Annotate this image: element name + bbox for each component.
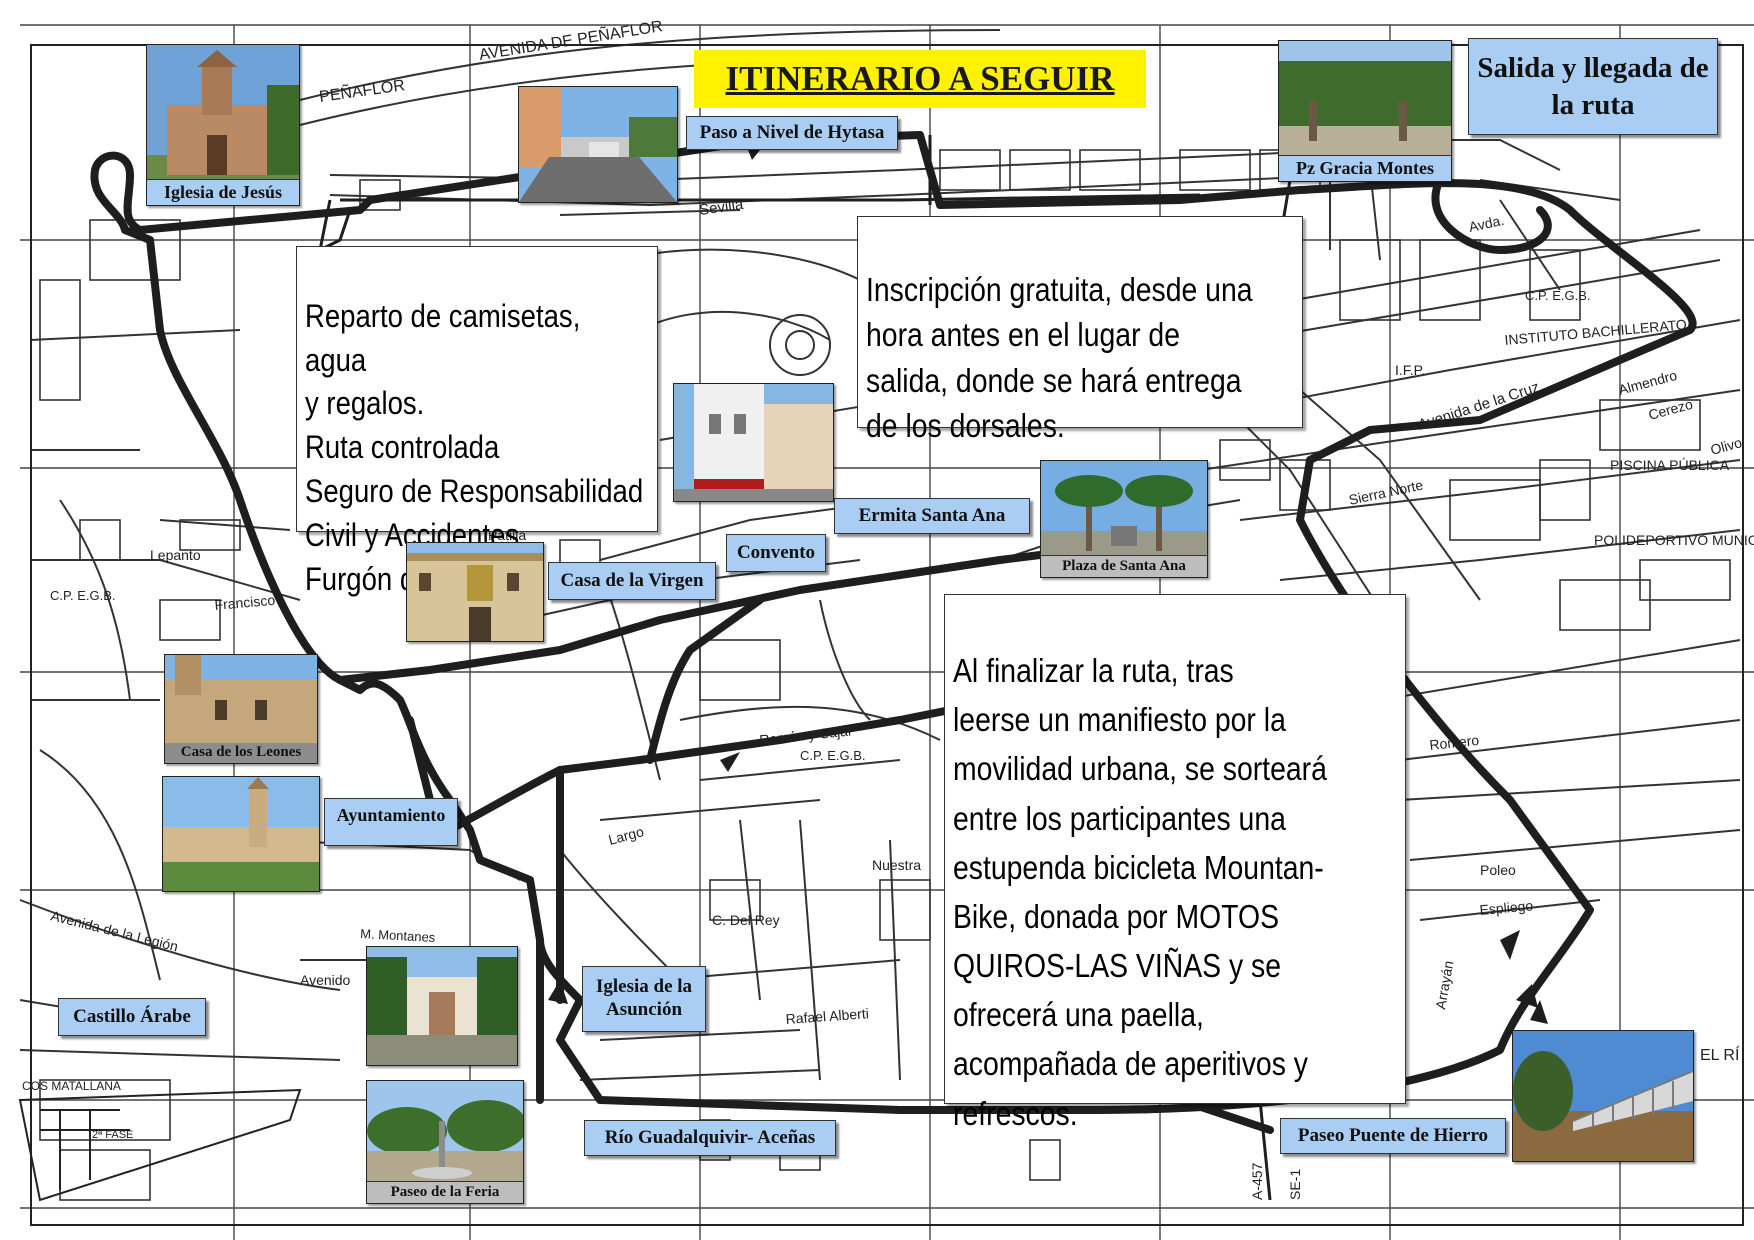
page-title: ITINERARIO A SEGUIR <box>694 50 1146 108</box>
info-closing-text: Al finalizar la ruta, tras leerse un man… <box>953 652 1327 1132</box>
tag-ermita: Ermita Santa Ana <box>834 498 1030 534</box>
label-penaflor: PEÑAFLOR <box>318 74 406 106</box>
caption-plaza-santa-ana: Plaza de Santa Ana <box>1041 555 1207 577</box>
info-services: Reparto de camisetas, agua y regalos. Ru… <box>296 246 658 597</box>
label-francisco: Francisco <box>214 592 276 613</box>
info-registration-text: Inscripción gratuita, desde una hora ant… <box>866 270 1253 445</box>
label-ifp: I.F.P. <box>1395 362 1425 378</box>
tag-castillo: Castillo Árabe <box>58 998 206 1036</box>
start-finish-text: Salida y llegada de la ruta <box>1477 52 1709 121</box>
label-arrayan: Arrayán <box>1432 959 1456 1010</box>
label-montanes: M. Montanes <box>360 926 436 945</box>
tag-puente-hierro: Paseo Puente de Hierro <box>1280 1118 1506 1154</box>
tag-ayuntamiento: Ayuntamiento <box>324 798 458 846</box>
photo-ayuntamiento <box>162 776 320 892</box>
label-avenida-cruz: Avenida de la Cruz <box>1416 379 1542 434</box>
photo-pz-gracia: Pz Gracia Montes <box>1278 40 1452 182</box>
label-avenida-penaflor: AVENIDA DE PEÑAFLOR <box>477 15 663 64</box>
label-ramon-cajal: Ramón y Cajal <box>759 722 852 748</box>
tag-casa-virgen-text: Casa de la Virgen <box>560 569 704 591</box>
tag-puente-hierro-text: Paseo Puente de Hierro <box>1297 1124 1489 1146</box>
tag-casa-virgen: Casa de la Virgen <box>548 562 716 600</box>
label-poleo: Poleo <box>1480 862 1516 878</box>
page-title-text: ITINERARIO A SEGUIR <box>725 59 1115 98</box>
tag-ayuntamiento-text: Ayuntamiento <box>336 805 446 825</box>
label-cp-egb-3: C.P. E.G.B. <box>50 588 116 603</box>
label-nuestra: Nuestra <box>872 857 921 873</box>
tag-convento: Convento <box>726 534 826 572</box>
label-polideportivo: POLIDEPORTIVO MUNICIPAL <box>1594 532 1754 548</box>
caption-casa-leones: Casa de los Leones <box>180 744 302 760</box>
label-fase: 2ª FASE <box>92 1129 133 1141</box>
photo-asuncion <box>366 946 518 1066</box>
label-el-rio: EL RÍ <box>1700 1045 1740 1064</box>
photo-paseo-feria: Paseo de la Feria <box>366 1080 524 1204</box>
label-cp-egb-2: C.P. E.G.B. <box>800 748 866 763</box>
label-largo: Largo <box>607 823 646 848</box>
label-avenido: Avenido <box>300 972 351 988</box>
photo-casa-virgen <box>406 542 544 642</box>
label-romero: Romero <box>1429 732 1480 753</box>
caption-iglesia-jesus: Iglesia de Jesús <box>147 179 299 205</box>
label-matallana: COS MATALLANA <box>22 1079 121 1093</box>
info-closing: Al finalizar la ruta, tras leerse un man… <box>944 594 1406 1132</box>
tag-asuncion: Iglesia de la Asunción <box>582 966 706 1032</box>
label-espliego: Espliego <box>1479 897 1534 918</box>
map-fase-block <box>18 1088 302 1202</box>
photo-ermita <box>673 383 834 502</box>
label-avda: Avda. <box>1467 212 1505 235</box>
caption-paseo-feria: Paseo de la Feria <box>367 1181 523 1203</box>
info-registration: Inscripción gratuita, desde una hora ant… <box>857 216 1303 444</box>
photo-puente-hierro <box>1512 1030 1694 1162</box>
tag-rio: Río Guadalquivir- Aceñas <box>584 1120 836 1156</box>
label-almendro: Almendro <box>1617 367 1679 398</box>
label-rafael-alberti: Rafael Alberti <box>785 1005 869 1027</box>
photo-casa-leones: Casa de los Leones <box>164 654 318 764</box>
tag-asuncion-text: Iglesia de la Asunción <box>595 976 693 1020</box>
label-avenida-legion: Avenida de la Legión <box>49 907 180 954</box>
tag-paso-nivel: Paso a Nivel de Hytasa <box>686 116 898 150</box>
label-lepanto: Lepanto <box>150 547 201 563</box>
caption-pz-gracia: Pz Gracia Montes <box>1279 155 1451 181</box>
label-cp-egb-1: C.P. E.G.B. <box>1525 288 1591 303</box>
photo-iglesia-jesus: Iglesia de Jesús <box>146 44 300 206</box>
photo-plaza-santa-ana: Plaza de Santa Ana <box>1040 460 1208 578</box>
label-olivo: Olivo <box>1709 434 1744 458</box>
label-calle-rey: C. Del Rey <box>712 912 780 928</box>
start-finish-label: Salida y llegada de la ruta <box>1468 38 1718 135</box>
tag-rio-text: Río Guadalquivir- Aceñas <box>604 1126 816 1148</box>
photo-paso-nivel <box>518 86 678 203</box>
tag-castillo-text: Castillo Árabe <box>73 1005 191 1027</box>
tag-ermita-text: Ermita Santa Ana <box>858 504 1006 526</box>
tag-convento-text: Convento <box>736 541 816 563</box>
tag-paso-nivel-text: Paso a Nivel de Hytasa <box>699 121 885 143</box>
label-piscina: PISCINA PÚBLICA <box>1610 457 1730 473</box>
